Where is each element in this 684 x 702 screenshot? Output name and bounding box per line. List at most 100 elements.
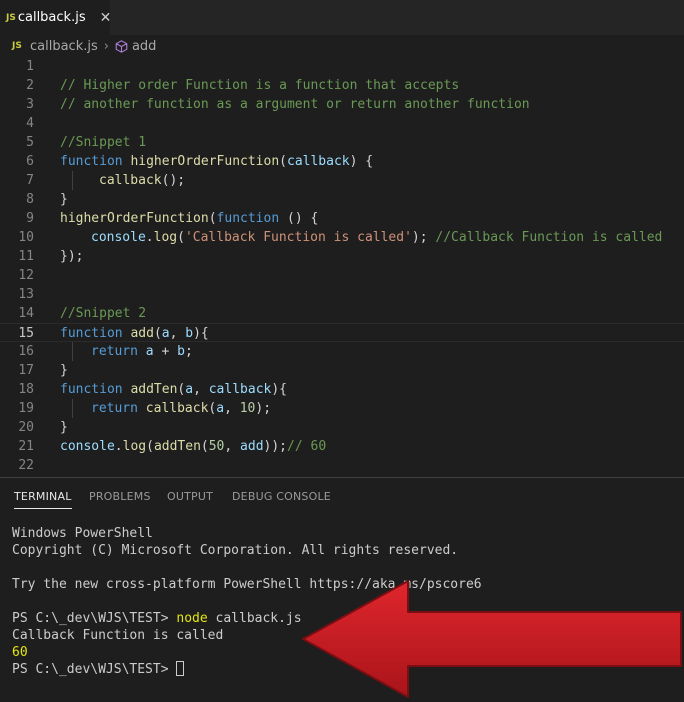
terminal-prompt: PS C:\_dev\WJS\TEST> xyxy=(12,662,177,677)
terminal-line: Callback Function is called xyxy=(12,628,224,643)
breadcrumb-symbol[interactable]: add xyxy=(132,39,156,54)
terminal-line: Windows PowerShell xyxy=(12,526,153,541)
parameter: b xyxy=(185,326,194,341)
keyword: function xyxy=(60,154,123,169)
punctuation: ; xyxy=(184,344,193,359)
object: console xyxy=(60,439,115,454)
terminal-line: Copyright (C) Microsoft Corporation. All… xyxy=(12,543,459,558)
line-number: 13 xyxy=(18,287,34,302)
code-line: 21 console.log(addTen(50, add));// 60 xyxy=(0,437,684,456)
js-file-icon: JS xyxy=(12,41,22,51)
keyword: function xyxy=(60,382,123,397)
line-number: 9 xyxy=(26,211,34,226)
line-number: 1 xyxy=(26,59,34,74)
terminal-prompt-line: PS C:\_dev\WJS\TEST> node callback.js xyxy=(12,610,302,627)
parameter: a xyxy=(161,326,170,341)
line-number: 16 xyxy=(18,344,34,359)
code-comment: //Snippet 2 xyxy=(60,306,147,321)
code-text: callback(); xyxy=(99,171,185,190)
terminal-cursor xyxy=(176,661,185,676)
tab-label: callback.js xyxy=(17,10,86,25)
function-name: callback xyxy=(145,401,209,416)
close-icon[interactable]: ✕ xyxy=(100,10,112,26)
function-name: addTen xyxy=(130,382,178,397)
line-number: 5 xyxy=(26,135,34,150)
punctuation: (); xyxy=(161,173,186,188)
keyword: return xyxy=(91,401,138,416)
string: 'Callback Function is called' xyxy=(184,230,412,245)
code-line: 11}); xyxy=(0,247,684,266)
code-text: return callback(a, 10); xyxy=(91,399,271,418)
line-number: 3 xyxy=(26,97,34,112)
terminal-command-arg: callback.js xyxy=(207,611,302,626)
terminal-prompt-line: PS C:\_dev\WJS\TEST> xyxy=(12,661,185,678)
argument: add xyxy=(240,439,264,454)
line-number: 19 xyxy=(18,401,34,416)
code-text: console.log(addTen(50, add));// 60 xyxy=(60,437,326,456)
tab-debug-console[interactable]: DEBUG CONSOLE xyxy=(232,490,331,503)
punctuation: ); xyxy=(411,230,436,245)
tab-problems[interactable]: PROBLEMS xyxy=(89,490,151,503)
code-line: 12 xyxy=(0,266,684,285)
function-name: add xyxy=(130,326,154,341)
code-line: 1 xyxy=(0,57,684,76)
code-line: 10 console.log('Callback Function is call… xyxy=(0,228,684,247)
line-number: 4 xyxy=(26,116,34,131)
line-number: 12 xyxy=(18,268,34,283)
parameter: a xyxy=(216,401,225,416)
tab-output[interactable]: OUTPUT xyxy=(167,490,213,503)
code-line: 2 // Higher order Function is a function … xyxy=(0,76,684,95)
code-text: function higherOrderFunction(callback) { xyxy=(60,152,373,171)
code-line: 16 return a + b; xyxy=(0,342,684,361)
code-comment: //Callback Function is called xyxy=(435,230,663,245)
code-text: function addTen(a, callback){ xyxy=(60,380,287,399)
indent-guide xyxy=(72,171,73,190)
line-number: 20 xyxy=(18,420,34,435)
terminal-result: 60 xyxy=(12,645,28,660)
code-text: return a + b; xyxy=(91,342,193,361)
code-line: 17} xyxy=(0,361,684,380)
number: 50 xyxy=(208,439,225,454)
code-line: 6 function higherOrderFunction(callback) … xyxy=(0,152,684,171)
function-name: log xyxy=(122,439,147,454)
code-line: 5 //Snippet 1 xyxy=(0,133,684,152)
code-line-active: 15 function add(a, b){ xyxy=(0,323,684,342)
punctuation: , xyxy=(169,326,186,341)
punctuation: ) { xyxy=(349,154,374,169)
tab-bar: JS callback.js ✕ xyxy=(0,0,684,35)
code-line: 18 function addTen(a, callback){ xyxy=(0,380,684,399)
breadcrumb-file[interactable]: callback.js xyxy=(30,39,98,54)
code-line: 8} xyxy=(0,190,684,209)
breadcrumb: JS callback.js › add xyxy=(0,35,684,57)
code-comment: //Snippet 1 xyxy=(60,135,147,150)
punctuation: ( xyxy=(177,230,185,245)
function-name: higherOrderFunction xyxy=(130,154,280,169)
code-text: } xyxy=(60,192,68,207)
keyword: return xyxy=(91,344,138,359)
punctuation: ( xyxy=(279,154,287,169)
terminal-command: node xyxy=(176,611,208,626)
number: 10 xyxy=(239,401,256,416)
tab-terminal[interactable]: TERMINAL xyxy=(14,490,72,509)
tab-callback-js[interactable]: JS callback.js ✕ xyxy=(0,0,112,35)
punctuation: ){ xyxy=(193,326,209,341)
function-name: callback xyxy=(99,173,162,188)
code-comment: // 60 xyxy=(287,439,327,454)
keyword: function xyxy=(216,211,280,226)
punctuation: ( xyxy=(153,326,162,341)
code-line: 9 higherOrderFunction(function () { xyxy=(0,209,684,228)
indent-guide xyxy=(72,399,73,418)
code-editor[interactable]: 1 2 // Higher order Function is a functio… xyxy=(0,57,684,477)
chevron-right-icon: › xyxy=(103,38,109,54)
punctuation: () { xyxy=(279,211,319,226)
code-text: } xyxy=(60,420,68,435)
punctuation: )); xyxy=(263,439,288,454)
code-line: 14 //Snippet 2 xyxy=(0,304,684,323)
code-text: function add(a, b){ xyxy=(60,324,209,343)
object: console xyxy=(91,230,146,245)
panel-tabs: TERMINAL PROBLEMS OUTPUT DEBUG CONSOLE xyxy=(0,478,684,514)
terminal-line: 60 xyxy=(12,644,28,661)
keyword: function xyxy=(60,326,123,341)
code-text: } xyxy=(60,363,68,378)
indent-guide xyxy=(72,342,73,361)
